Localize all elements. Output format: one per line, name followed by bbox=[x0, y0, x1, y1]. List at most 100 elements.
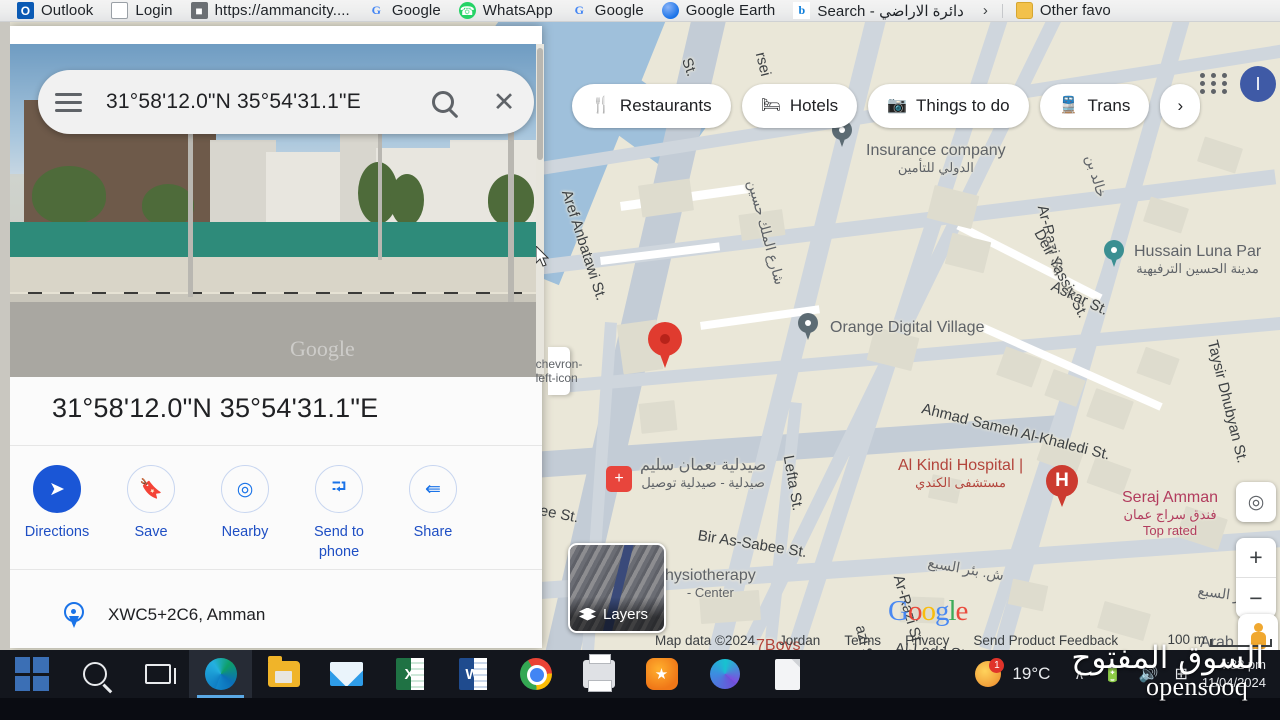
selected-place-marker[interactable] bbox=[648, 322, 682, 368]
send-to-phone-icon: ⮒ bbox=[315, 465, 363, 513]
word-button[interactable]: W bbox=[441, 650, 504, 698]
poi-subtitle: مدينة الحسين الترفيهية bbox=[1136, 261, 1259, 276]
mail-button[interactable] bbox=[315, 650, 378, 698]
bookmark-google-1[interactable]: G Google bbox=[359, 0, 450, 21]
nearby-button[interactable]: ◎ Nearby bbox=[198, 465, 292, 543]
watermark-arabic: السوق المفتوح bbox=[1071, 640, 1264, 676]
place-actions: ➤ Directions 🔖 Save ◎ Nearby ⮒ Send to p… bbox=[10, 445, 542, 570]
start-button[interactable] bbox=[0, 650, 63, 698]
orange-app-icon: ★ bbox=[645, 658, 678, 690]
task-view-icon bbox=[144, 664, 176, 684]
zoom-out-button[interactable]: − bbox=[1236, 578, 1276, 618]
poi-name: Seraj Amman bbox=[1122, 489, 1219, 506]
close-icon[interactable]: ✕ bbox=[474, 70, 534, 134]
pharmacy-marker-icon[interactable]: + bbox=[606, 466, 632, 492]
nearby-icon: ◎ bbox=[221, 465, 269, 513]
search-input[interactable]: 31°58'12.0"N 35°54'31.1"E bbox=[98, 90, 412, 114]
map-poi-label[interactable]: Insurance company الدولي للتأمين bbox=[866, 142, 1006, 176]
map-poi-label[interactable]: Hussain Luna Par مدينة الحسين الترفيهية bbox=[1134, 243, 1261, 277]
map-poi-label[interactable]: Al Kindi Hospital | مستشفى الكندي bbox=[898, 457, 1023, 491]
chevron-right-icon: › bbox=[1177, 96, 1184, 115]
map-poi-label[interactable]: صيدلية نعمان سليم صيدلية - صيدلية توصيل bbox=[640, 455, 766, 491]
google-logo: Google bbox=[888, 595, 968, 627]
layers-icon bbox=[579, 606, 596, 623]
restaurant-icon: 🍴 bbox=[591, 97, 611, 114]
bookmark-whatsapp[interactable]: ☎ WhatsApp bbox=[450, 0, 562, 21]
map-poi-label[interactable]: Orange Digital Village bbox=[830, 319, 984, 337]
page-icon bbox=[111, 2, 129, 19]
map-poi-label[interactable]: hysiotherapy - Center bbox=[665, 567, 756, 600]
bookmark-login[interactable]: Login bbox=[102, 0, 181, 21]
document-icon bbox=[775, 658, 800, 690]
chip-label: Things to do bbox=[916, 96, 1010, 115]
bookmark-search-aradi[interactable]: b Search - دائرة الاراضي bbox=[784, 0, 972, 21]
bookmark-ammancity[interactable]: ■ https://ammancity.... bbox=[182, 0, 359, 21]
street-view-watermark: Google bbox=[290, 336, 355, 361]
avatar[interactable]: I bbox=[1240, 66, 1276, 102]
printer-icon bbox=[582, 654, 615, 692]
folder-icon bbox=[267, 656, 300, 687]
poi-subtitle: - Center bbox=[686, 585, 734, 600]
chip-label: Trans bbox=[1087, 96, 1131, 115]
search-bar[interactable]: 31°58'12.0"N 35°54'31.1"E ✕ bbox=[38, 70, 534, 134]
poi-name: Al Kindi Hospital | bbox=[898, 457, 1024, 474]
poi-name: hysiotherapy bbox=[665, 567, 756, 584]
file-explorer-button[interactable] bbox=[252, 650, 315, 698]
weather-widget[interactable]: 1 19°C bbox=[961, 650, 1064, 698]
chip-things-to-do[interactable]: 📷 Things to do bbox=[868, 84, 1029, 128]
hospital-marker-icon[interactable]: H bbox=[1046, 465, 1078, 507]
save-button[interactable]: 🔖 Save bbox=[104, 465, 198, 543]
action-label: Directions bbox=[24, 524, 90, 540]
weather-temperature: 19°C bbox=[1012, 664, 1051, 683]
address-text: XWC5+2C6, Amman bbox=[108, 605, 266, 624]
poi-marker-icon[interactable] bbox=[1104, 240, 1124, 268]
zoom-in-button[interactable]: + bbox=[1236, 538, 1276, 578]
layers-button[interactable]: Layers bbox=[568, 543, 666, 633]
search-icon bbox=[82, 662, 107, 686]
address-row[interactable]: XWC5+2C6, Amman bbox=[10, 589, 542, 641]
privacy-link[interactable]: Privacy bbox=[905, 633, 949, 648]
bookmark-label: Search - دائرة الاراضي bbox=[817, 2, 964, 20]
windows-logo-icon bbox=[14, 657, 49, 691]
poi-subtitle: فندق سراج عمان bbox=[1123, 507, 1217, 522]
chrome-button[interactable] bbox=[504, 650, 567, 698]
chip-transit[interactable]: 🚆 Trans bbox=[1039, 84, 1150, 128]
zoom-controls: + − bbox=[1236, 538, 1276, 618]
printer-button[interactable] bbox=[567, 650, 630, 698]
poi-name: Hussain Luna Par bbox=[1134, 243, 1262, 260]
search-button[interactable] bbox=[63, 650, 126, 698]
share-button[interactable]: ⇚ Share bbox=[386, 465, 480, 543]
bookmark-label: Outlook bbox=[41, 2, 94, 19]
apps-grid-icon[interactable] bbox=[1200, 68, 1230, 98]
my-location-button[interactable]: ◎ bbox=[1236, 482, 1276, 522]
bookmarks-overflow-button[interactable]: › bbox=[973, 2, 998, 19]
poi-marker-icon[interactable] bbox=[798, 313, 818, 341]
chip-label: Restaurants bbox=[619, 96, 712, 115]
document-button[interactable] bbox=[756, 650, 819, 698]
bookmark-other-favorites[interactable]: Other favo bbox=[1007, 0, 1120, 21]
chips-next-button[interactable]: › bbox=[1160, 84, 1201, 128]
map-poi-label[interactable]: Seraj Amman فندق سراج عمان Top rated bbox=[1122, 489, 1218, 538]
bookmark-google-earth[interactable]: Google Earth bbox=[653, 0, 785, 21]
hamburger-icon[interactable] bbox=[38, 70, 98, 134]
search-icon[interactable] bbox=[412, 70, 474, 134]
bookmark-label: Google bbox=[391, 2, 441, 19]
collapse-panel-button[interactable]: chevron-left-icon bbox=[536, 347, 582, 395]
chip-restaurants[interactable]: 🍴 Restaurants bbox=[572, 84, 731, 128]
whatsapp-icon: ☎ bbox=[458, 2, 476, 19]
panel-scrollbar[interactable] bbox=[536, 44, 544, 374]
excel-button[interactable]: X bbox=[378, 650, 441, 698]
bookmark-outlook[interactable]: O Outlook bbox=[8, 0, 102, 21]
terms-link[interactable]: Terms bbox=[844, 633, 881, 648]
orange-app-button[interactable]: ★ bbox=[630, 650, 693, 698]
copilot-button[interactable] bbox=[693, 650, 756, 698]
bookmark-google-2[interactable]: G Google bbox=[562, 0, 653, 21]
google-icon: G bbox=[371, 3, 382, 17]
poi-name: Orange Digital Village bbox=[830, 319, 985, 336]
send-to-phone-button[interactable]: ⮒ Send to phone bbox=[292, 465, 386, 562]
edge-button[interactable] bbox=[189, 650, 252, 698]
chip-hotels[interactable]: 🛏 Hotels bbox=[741, 84, 858, 128]
mouse-cursor bbox=[536, 246, 549, 267]
task-view-button[interactable] bbox=[126, 650, 189, 698]
directions-button[interactable]: ➤ Directions bbox=[10, 465, 104, 543]
